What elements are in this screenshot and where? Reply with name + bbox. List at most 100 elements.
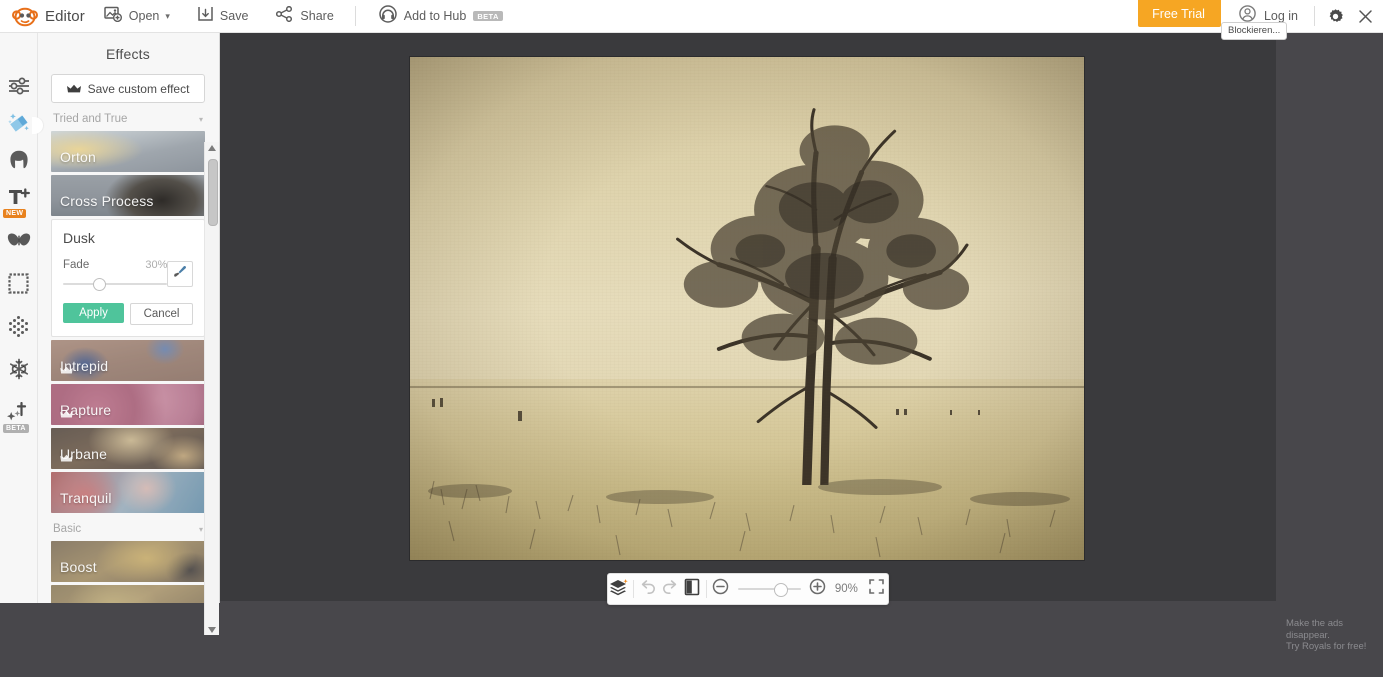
- sidebar-item-frames[interactable]: [0, 267, 37, 304]
- fade-slider-thumb[interactable]: [92, 278, 106, 291]
- text-plus-icon: [8, 188, 30, 211]
- toolbar-divider-right: [1314, 6, 1315, 26]
- effect-settings-dusk: Dusk Fade 30% Apply Cancel: [51, 219, 205, 337]
- magic-wand-icon: [7, 112, 30, 139]
- canvas-stage[interactable]: [219, 32, 1276, 601]
- redo-button[interactable]: [659, 574, 681, 604]
- toolbar-divider-2: [705, 580, 707, 598]
- effects-panel: Effects Save custom effect Tried and Tru…: [37, 32, 220, 635]
- sidebar-item-text[interactable]: NEW: [0, 181, 37, 218]
- group-basic[interactable]: Basic ▾: [37, 516, 219, 541]
- redo-icon: [661, 579, 679, 600]
- effect-label-tranquil: Tranquil: [60, 490, 112, 506]
- ad-promo-line2: disappear.: [1286, 629, 1330, 641]
- crown-icon-intrepid: [60, 362, 73, 380]
- crown-icon-rapture: [60, 406, 73, 424]
- save-custom-effect-button[interactable]: Save custom effect: [51, 74, 205, 103]
- effects-scroll-area[interactable]: Tried and True ▾ Orton Cross Process Dus…: [37, 106, 219, 603]
- scroll-up-arrow-icon[interactable]: [205, 142, 219, 153]
- beta-badge-graphics: BETA: [3, 423, 29, 433]
- chevron-down-icon-group1: ▾: [198, 114, 203, 124]
- open-button[interactable]: Open ▾: [95, 0, 179, 32]
- effects-scrollbar[interactable]: [204, 142, 219, 635]
- zoom-out-button[interactable]: [710, 574, 732, 604]
- outer-background-left: [0, 603, 219, 677]
- chevron-down-icon: ▾: [165, 10, 170, 21]
- fade-label: Fade: [63, 259, 90, 271]
- hub-icon: [379, 4, 397, 28]
- zoom-slider-thumb[interactable]: [773, 583, 788, 597]
- sidebar-item-touch-up[interactable]: [0, 144, 37, 181]
- fade-value: 30%: [145, 259, 168, 271]
- zoom-out-icon: [712, 578, 729, 600]
- zoom-slider-track: [737, 588, 801, 590]
- apply-button[interactable]: Apply: [63, 303, 124, 323]
- effect-item-soften[interactable]: Soften: [51, 585, 205, 603]
- scrollbar-track[interactable]: [207, 155, 218, 622]
- effect-label-orton: Orton: [60, 149, 97, 165]
- monkey-logo-icon: [12, 5, 38, 27]
- compare-button[interactable]: [681, 574, 703, 604]
- fullscreen-button[interactable]: [866, 574, 888, 604]
- sidebar-item-overlays[interactable]: [0, 224, 37, 261]
- share-icon: [276, 5, 293, 27]
- texture-icon: [7, 315, 30, 343]
- effect-name-dusk: Dusk: [63, 230, 95, 246]
- sidebar-item-graphics[interactable]: BETA: [0, 396, 37, 433]
- group-tried-and-true[interactable]: Tried and True ▾: [37, 106, 219, 131]
- brush-tool-button[interactable]: [167, 261, 193, 287]
- effect-item-tranquil[interactable]: Tranquil: [51, 472, 205, 513]
- new-badge: NEW: [3, 208, 27, 218]
- crown-icon-urbane: [60, 450, 73, 468]
- sidebar-item-textures[interactable]: [0, 310, 37, 347]
- sidebar-item-effects[interactable]: [0, 107, 43, 144]
- share-button[interactable]: Share: [267, 0, 342, 32]
- fullscreen-icon: [869, 579, 885, 599]
- scroll-down-arrow-icon[interactable]: [205, 624, 219, 635]
- ad-promo-note[interactable]: Make the ads disappear. Try Royals for f…: [1286, 618, 1378, 653]
- gear-icon[interactable]: [1327, 8, 1344, 25]
- frame-icon: [8, 272, 29, 299]
- sidebar-item-seasonal[interactable]: [0, 353, 37, 390]
- effect-item-cross-process[interactable]: Cross Process: [51, 175, 205, 216]
- compare-icon: [684, 578, 700, 601]
- group-basic-label: Basic: [53, 523, 82, 535]
- top-toolbar: Editor Open ▾ Save Share Add to Hub BETA…: [0, 0, 1383, 33]
- free-trial-button[interactable]: Free Trial: [1138, 0, 1221, 27]
- open-image-icon: [104, 6, 122, 27]
- tool-rail: NEW BETA: [0, 32, 43, 603]
- add-to-hub-label: Add to Hub: [403, 9, 467, 23]
- snowflake-icon: [8, 358, 30, 385]
- save-label: Save: [219, 9, 249, 23]
- effect-label-boost: Boost: [60, 559, 97, 575]
- effect-item-intrepid[interactable]: Intrepid: [51, 340, 205, 381]
- fade-slider[interactable]: [63, 278, 168, 291]
- group-tried-and-true-label: Tried and True: [53, 113, 128, 125]
- effect-item-urbane[interactable]: Urbane: [51, 428, 205, 469]
- sidebar-item-adjust[interactable]: [0, 70, 37, 107]
- effect-label-cross-process: Cross Process: [60, 193, 154, 209]
- undo-button[interactable]: [637, 574, 659, 604]
- save-custom-effect-label: Save custom effect: [87, 81, 190, 96]
- photo-vignette: [410, 57, 1084, 560]
- dusk-actions: Apply Cancel: [63, 303, 193, 325]
- effect-item-boost[interactable]: Boost: [51, 541, 205, 582]
- layers-add-icon: [609, 578, 629, 601]
- ad-promo-line1: Make the ads: [1286, 618, 1344, 629]
- zoom-in-icon: [809, 578, 826, 600]
- zoom-slider[interactable]: [737, 574, 801, 604]
- paintbrush-icon: [173, 265, 187, 284]
- add-to-hub-button[interactable]: Add to Hub BETA: [370, 0, 512, 32]
- scrollbar-thumb[interactable]: [208, 159, 218, 226]
- crown-icon: [66, 84, 81, 94]
- effect-item-rapture[interactable]: Rapture: [51, 384, 205, 425]
- brand-logo-group[interactable]: Editor: [12, 5, 85, 27]
- close-icon[interactable]: [1358, 9, 1373, 24]
- cancel-button[interactable]: Cancel: [130, 303, 193, 325]
- zoom-in-button[interactable]: [807, 574, 829, 604]
- save-button[interactable]: Save: [189, 0, 258, 32]
- edited-photo[interactable]: [410, 57, 1084, 560]
- layers-add-button[interactable]: [608, 574, 630, 604]
- effect-item-orton[interactable]: Orton: [51, 131, 205, 172]
- block-tooltip: Blockieren...: [1221, 22, 1288, 40]
